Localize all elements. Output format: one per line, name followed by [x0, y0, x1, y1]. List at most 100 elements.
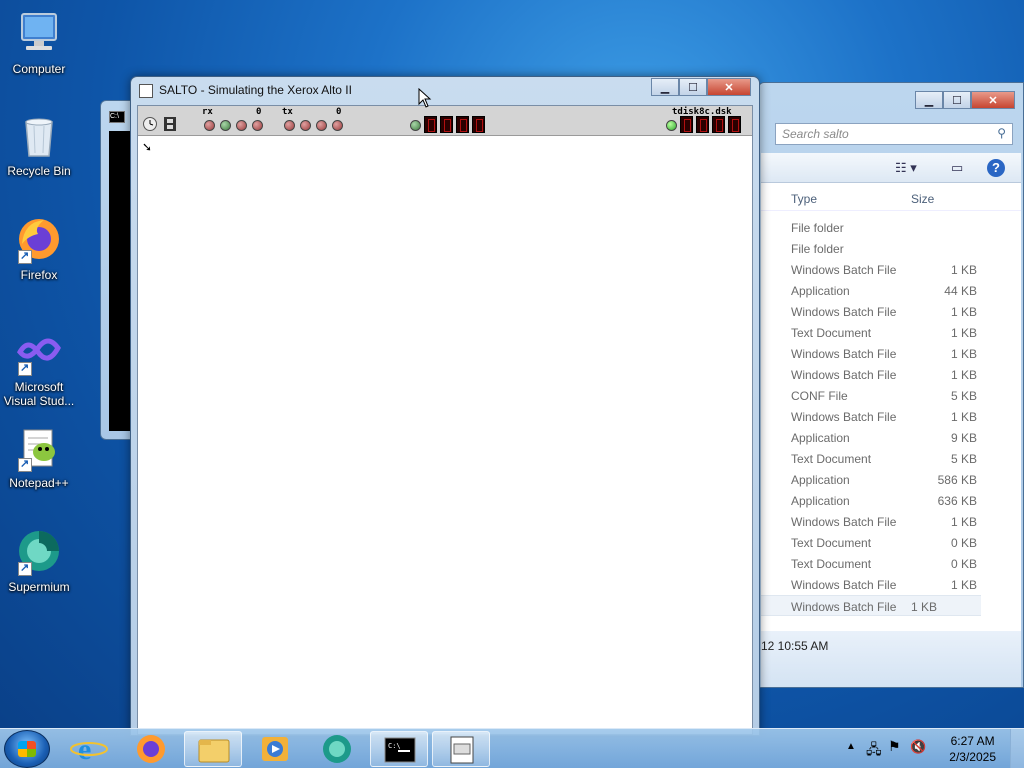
- clock-icon[interactable]: [142, 116, 158, 132]
- close-button[interactable]: ✕: [707, 78, 751, 96]
- file-row[interactable]: Text Document 0 KB: [761, 532, 1021, 553]
- desktop-icon-visual-studio[interactable]: Microsoft Visual Stud...: [0, 326, 78, 408]
- action-center-flag-icon[interactable]: ⚑: [888, 738, 901, 755]
- drive0-led: [410, 120, 421, 131]
- system-tray: ▲ 🖧 ⚑ 🔇 6:27 AM 2/3/2025: [834, 729, 1024, 768]
- cmd-icon[interactable]: C:\: [370, 731, 428, 767]
- file-row[interactable]: Application 636 KB: [761, 490, 1021, 511]
- file-rows: File folder File folder Windows Batch File…: [761, 217, 1021, 616]
- file-row[interactable]: Windows Batch File 1 KB: [761, 259, 1021, 280]
- desktop-icon-recycle-bin[interactable]: Recycle Bin: [0, 110, 78, 178]
- rx-count: 0: [256, 107, 262, 117]
- supermium-icon: [14, 526, 64, 576]
- file-size: 5 KB: [950, 452, 977, 466]
- drive0-digit-4: [472, 116, 485, 133]
- column-header-type[interactable]: Type: [791, 192, 817, 206]
- firefox-icon[interactable]: [122, 731, 180, 767]
- rx-led-4: [252, 120, 263, 131]
- explorer-window[interactable]: ▁ ☐ ✕ Search salto ⚲ ☷ ▾ ▭ ? Type Size F…: [758, 82, 1024, 688]
- file-row[interactable]: Application 44 KB: [761, 280, 1021, 301]
- explorer-window-controls: ▁ ☐ ✕: [915, 91, 1015, 109]
- help-icon[interactable]: ?: [987, 159, 1005, 177]
- file-row[interactable]: Windows Batch File 1 KB: [761, 511, 1021, 532]
- file-row[interactable]: Windows Batch File 1 KB: [761, 595, 981, 616]
- drive1-digit-2: [696, 116, 709, 133]
- salto-status-bar: rx 0 tx 0 tdisk8c.dsk: [138, 106, 752, 136]
- desktop-icon-notepadpp[interactable]: Notepad++: [0, 422, 78, 490]
- file-type: CONF File: [791, 389, 848, 403]
- clock[interactable]: 6:27 AM 2/3/2025: [949, 733, 996, 765]
- file-row[interactable]: Windows Batch File 1 KB: [761, 406, 1021, 427]
- view-options-icon[interactable]: ☷ ▾: [895, 160, 917, 176]
- show-desktop-button[interactable]: [1010, 729, 1024, 768]
- preview-pane-icon[interactable]: ▭: [951, 160, 963, 176]
- desktop-icon-supermium[interactable]: Supermium: [0, 526, 78, 594]
- minimize-button[interactable]: ▁: [651, 78, 679, 96]
- drive1-digit-4: [728, 116, 741, 133]
- file-type: Windows Batch File: [791, 368, 897, 382]
- close-button[interactable]: ✕: [971, 91, 1015, 109]
- search-input[interactable]: Search salto ⚲: [775, 123, 1013, 145]
- file-row[interactable]: File folder: [761, 238, 1021, 259]
- maximize-button[interactable]: ☐: [679, 78, 707, 96]
- rx-led-1: [204, 120, 215, 131]
- file-size: 1 KB: [950, 326, 977, 340]
- desktop-icon-firefox[interactable]: Firefox: [0, 214, 78, 282]
- file-type: Text Document: [791, 557, 872, 571]
- desktop-icon-computer[interactable]: Computer: [0, 8, 78, 76]
- file-row[interactable]: Text Document 0 KB: [761, 553, 1021, 574]
- show-hidden-icons-icon[interactable]: ▲: [846, 741, 856, 752]
- file-row[interactable]: Application 9 KB: [761, 427, 1021, 448]
- file-type: Windows Batch File: [791, 347, 897, 361]
- file-row[interactable]: Windows Batch File 1 KB: [761, 364, 1021, 385]
- file-size: 1 KB: [950, 515, 977, 529]
- file-row[interactable]: Windows Batch File 1 KB: [761, 301, 1021, 322]
- drive1-led: [666, 120, 677, 131]
- salto-window-icon[interactable]: [139, 84, 153, 98]
- file-row[interactable]: CONF File 5 KB: [761, 385, 1021, 406]
- supermium-icon[interactable]: [308, 731, 366, 767]
- tx-led-1: [284, 120, 295, 131]
- file-size: 1 KB: [950, 347, 977, 361]
- file-size: 1 KB: [950, 578, 977, 592]
- file-type: Windows Batch File: [791, 305, 897, 319]
- notepadpp-icon: [14, 422, 64, 472]
- start-button[interactable]: [4, 730, 50, 768]
- file-size: 1 KB: [950, 305, 977, 319]
- file-row[interactable]: Text Document 5 KB: [761, 448, 1021, 469]
- file-row[interactable]: Text Document 1 KB: [761, 322, 1021, 343]
- mouse-pointer-icon: [418, 88, 432, 108]
- rx-led-2: [220, 120, 231, 131]
- volume-muted-icon[interactable]: 🔇: [910, 739, 926, 755]
- file-size: 1 KB: [950, 410, 977, 424]
- tx-led-2: [300, 120, 311, 131]
- file-size: 9 KB: [950, 431, 977, 445]
- internet-explorer-icon[interactable]: e: [60, 731, 118, 767]
- search-placeholder: Search salto: [782, 127, 849, 141]
- maximize-button[interactable]: ☐: [943, 91, 971, 109]
- file-size: 636 KB: [937, 494, 977, 508]
- window-title: SALTO - Simulating the Xerox Alto II: [159, 83, 352, 97]
- desktop-icon-label: Firefox: [20, 268, 58, 282]
- file-explorer-icon[interactable]: [184, 731, 242, 767]
- search-icon[interactable]: ⚲: [997, 126, 1006, 140]
- firefox-icon: [14, 214, 64, 264]
- media-player-icon[interactable]: [246, 731, 304, 767]
- salto-icon[interactable]: [432, 731, 490, 767]
- tx-led-4: [332, 120, 343, 131]
- rx-label: rx: [202, 107, 213, 117]
- alto-display[interactable]: rx 0 tx 0 tdisk8c.dsk ➘: [137, 105, 753, 735]
- file-row[interactable]: Windows Batch File 1 KB: [761, 574, 1021, 595]
- network-icon[interactable]: 🖧: [866, 739, 882, 763]
- column-header-size[interactable]: Size: [911, 192, 934, 206]
- file-type: Windows Batch File: [791, 578, 897, 592]
- drive1-digit-1: [680, 116, 693, 133]
- film-strip-icon[interactable]: [162, 116, 178, 132]
- drive1-digit-3: [712, 116, 725, 133]
- file-row[interactable]: File folder: [761, 217, 1021, 238]
- file-row[interactable]: Windows Batch File 1 KB: [761, 343, 1021, 364]
- salto-window[interactable]: SALTO - Simulating the Xerox Alto II ▁ ☐…: [130, 76, 760, 736]
- desktop-icon-label: Notepad++: [9, 476, 69, 490]
- minimize-button[interactable]: ▁: [915, 91, 943, 109]
- file-row[interactable]: Application 586 KB: [761, 469, 1021, 490]
